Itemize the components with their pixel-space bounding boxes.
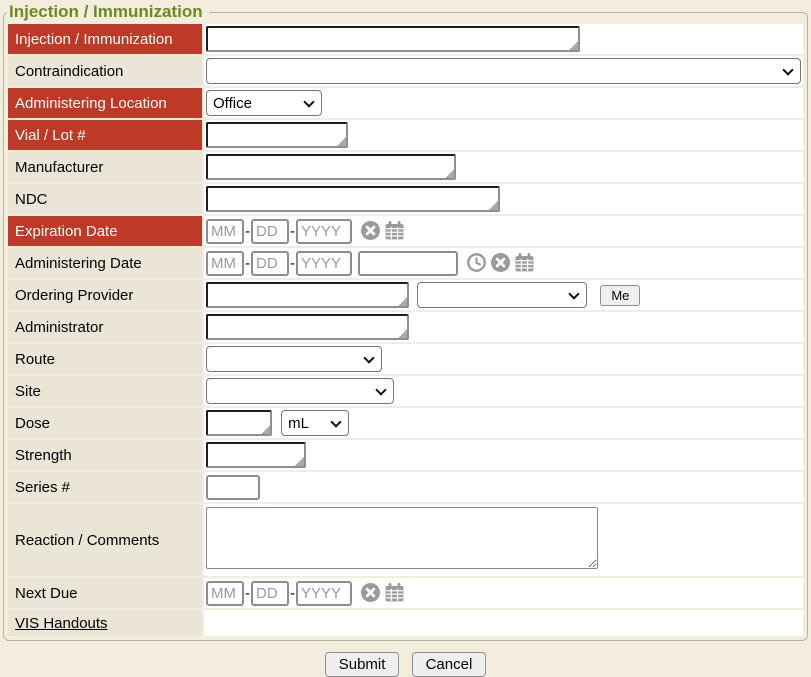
injection-form: Injection / Immunization Injection / Imm… [3,2,808,641]
next-due-label: Next Due [8,578,202,608]
calendar-icon[interactable] [385,221,404,240]
expiration-date-label: Expiration Date [8,216,202,246]
administering-location-label: Administering Location [8,88,202,118]
series-input[interactable] [206,475,260,500]
ordering-provider-input[interactable] [206,282,409,308]
expiration-year-input[interactable] [296,219,352,244]
table-row: Reaction / Comments [8,504,803,576]
ordering-provider-select-wrap [417,282,587,308]
administering-time-input[interactable] [358,251,458,276]
vial-lot-input[interactable] [206,122,348,148]
route-label: Route [8,344,202,374]
vis-handouts-value-cell [204,610,803,636]
submit-button[interactable]: Submit [325,652,400,677]
form-legend: Injection / Immunization [7,2,209,22]
table-row: Site [8,376,803,406]
vis-handouts-cell: VIS Handouts [8,610,202,636]
clear-circle-icon[interactable] [491,253,510,272]
table-row: Series # [8,472,803,502]
ordering-provider-select[interactable] [417,282,587,308]
dose-input[interactable] [206,410,272,436]
form-table: Injection / Immunization Contraindicatio… [6,22,805,638]
administering-month-input[interactable] [206,251,244,276]
date-separator: - [245,255,250,272]
table-row: Manufacturer [8,152,803,182]
strength-label: Strength [8,440,202,470]
injection-label: Injection / Immunization [8,24,202,54]
dose-unit-select[interactable]: mL [281,410,349,436]
table-row: Contraindication [8,56,803,86]
me-button[interactable]: Me [600,285,640,306]
clear-circle-icon[interactable] [361,583,380,602]
date-separator: - [290,255,295,272]
date-separator: - [290,585,295,602]
contraindication-label: Contraindication [8,56,202,86]
ndc-input[interactable] [206,186,500,212]
site-label: Site [8,376,202,406]
table-row: Strength [8,440,803,470]
table-row: Route [8,344,803,374]
table-row: Injection / Immunization [8,24,803,54]
dose-label: Dose [8,408,202,438]
administrator-input[interactable] [206,314,409,340]
administrator-label: Administrator [8,312,202,342]
expiration-month-input[interactable] [206,219,244,244]
clear-circle-icon[interactable] [361,221,380,240]
clock-icon[interactable] [467,253,486,272]
table-row: Administering Location Office [8,88,803,118]
form-actions: Submit Cancel [2,652,809,677]
administering-date-label: Administering Date [8,248,202,278]
table-row: VIS Handouts [8,610,803,636]
table-row: Dose mL [8,408,803,438]
table-row: Administrator [8,312,803,342]
table-row: NDC [8,184,803,214]
next-due-month-input[interactable] [206,581,244,606]
table-row: Ordering Provider Me [8,280,803,310]
reaction-comments-label: Reaction / Comments [8,504,202,576]
site-select-wrap [206,378,394,404]
administering-location-select-wrap: Office [206,90,322,116]
table-row: Administering Date - - [8,248,803,278]
vis-handouts-link[interactable]: VIS Handouts [15,615,108,632]
administering-day-input[interactable] [251,251,289,276]
administering-year-input[interactable] [296,251,352,276]
series-label: Series # [8,472,202,502]
next-due-day-input[interactable] [251,581,289,606]
expiration-day-input[interactable] [251,219,289,244]
site-select[interactable] [206,378,394,404]
contraindication-select[interactable] [206,58,801,84]
dose-unit-select-wrap: mL [281,410,349,436]
date-separator: - [245,585,250,602]
manufacturer-label: Manufacturer [8,152,202,182]
contraindication-select-wrap [206,58,801,84]
table-row: Next Due - - [8,578,803,608]
vial-lot-label: Vial / Lot # [8,120,202,150]
reaction-comments-textarea[interactable] [206,507,598,569]
ndc-label: NDC [8,184,202,214]
strength-input[interactable] [206,442,306,468]
injection-input[interactable] [206,26,580,52]
ordering-provider-label: Ordering Provider [8,280,202,310]
table-row: Expiration Date - - [8,216,803,246]
next-due-year-input[interactable] [296,581,352,606]
calendar-icon[interactable] [385,583,404,602]
date-separator: - [290,223,295,240]
route-select-wrap [206,346,382,372]
table-row: Vial / Lot # [8,120,803,150]
manufacturer-input[interactable] [206,154,456,180]
date-separator: - [245,223,250,240]
calendar-icon[interactable] [515,253,534,272]
route-select[interactable] [206,346,382,372]
administering-location-select[interactable]: Office [206,90,322,116]
cancel-button[interactable]: Cancel [412,652,487,677]
